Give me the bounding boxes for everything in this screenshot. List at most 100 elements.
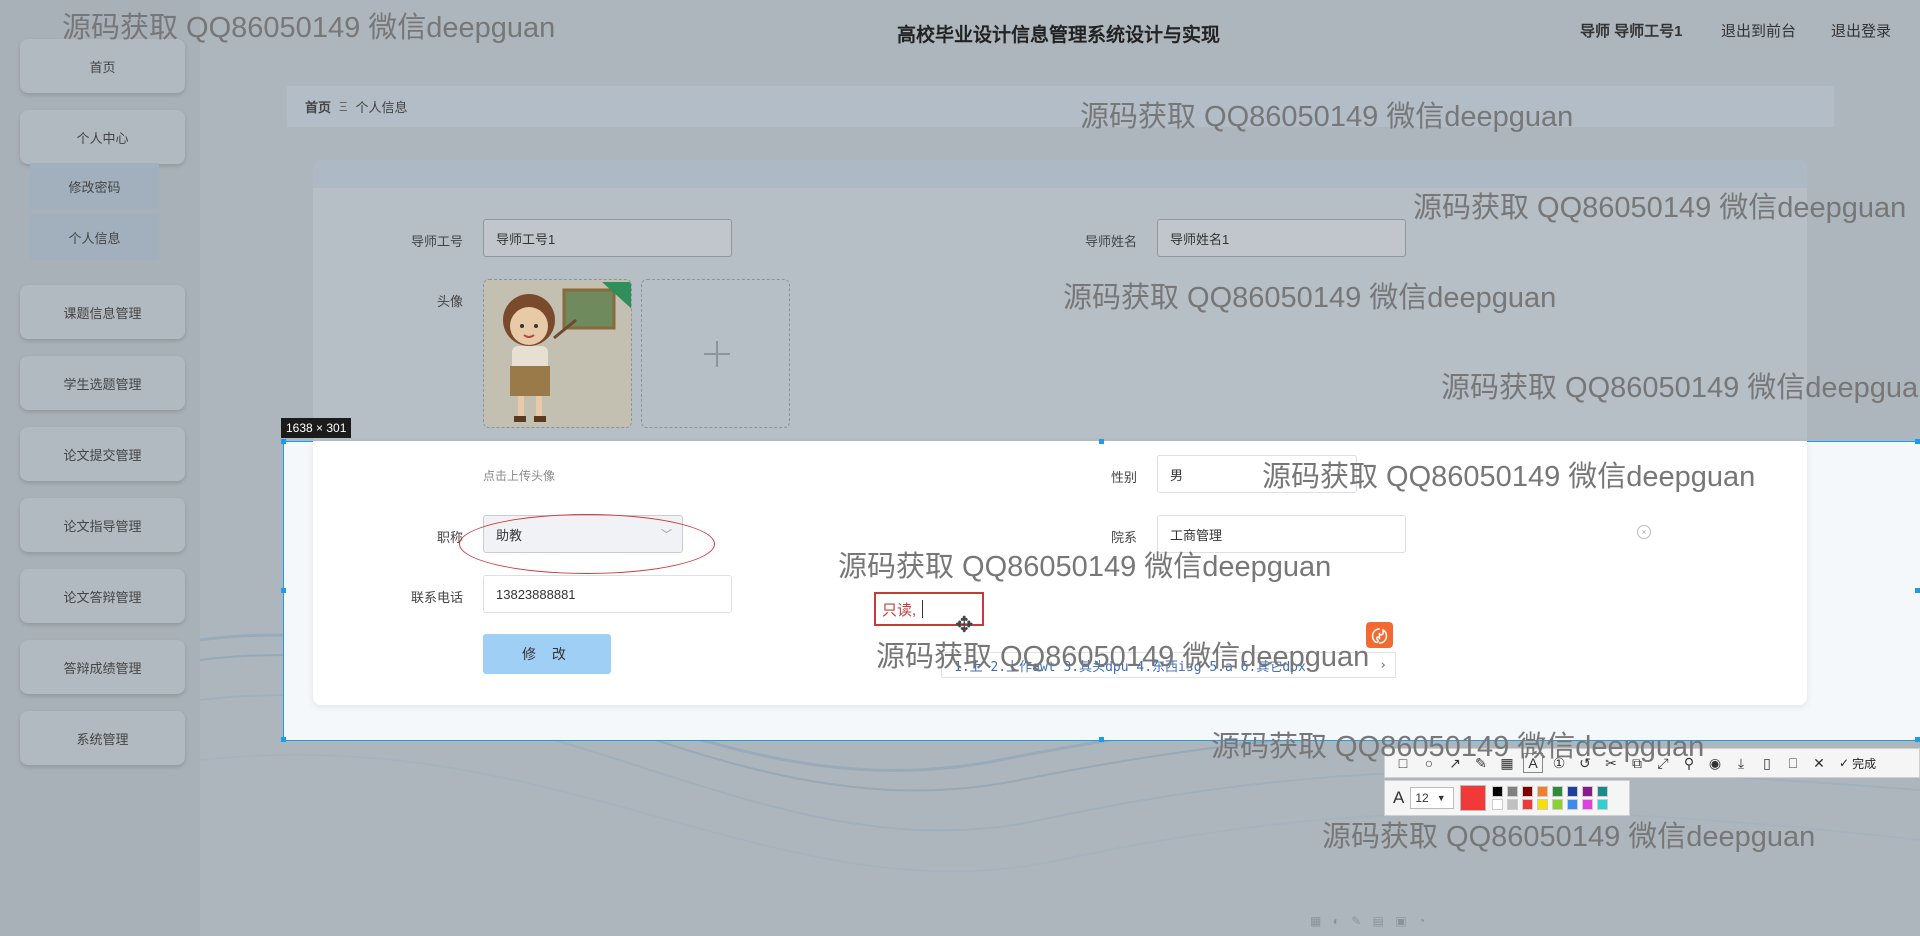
- avatar-image[interactable]: [483, 279, 632, 428]
- bookmark-icon[interactable]: ⎕: [1783, 753, 1803, 773]
- number-icon[interactable]: ①: [1549, 753, 1569, 773]
- font-icon: A: [1393, 788, 1405, 807]
- color-swatch[interactable]: [1552, 786, 1564, 797]
- color-swatch[interactable]: [1537, 799, 1549, 810]
- color-swatch[interactable]: [1522, 799, 1534, 810]
- clear-icon[interactable]: ×: [1637, 525, 1651, 539]
- mosaic-icon[interactable]: ▦: [1497, 753, 1517, 773]
- sidebar-item-thesis-submission[interactable]: 论文提交管理: [20, 427, 185, 481]
- sidebar-item-label: 首页: [89, 59, 116, 75]
- resize-handle[interactable]: [1915, 588, 1920, 593]
- color-swatch[interactable]: [1507, 786, 1519, 797]
- plus-icon-vertical: [716, 341, 718, 367]
- font-size-select[interactable]: 12 ▼: [1410, 787, 1455, 809]
- pen-icon[interactable]: ✎: [1471, 753, 1491, 773]
- resize-handle[interactable]: [281, 737, 286, 742]
- sidebar-item-personal-center[interactable]: 个人中心: [20, 110, 185, 164]
- color-swatch[interactable]: [1537, 786, 1549, 797]
- breadcrumb-current: 个人信息: [355, 100, 408, 115]
- sidebar-subitem-personal-info[interactable]: 个人信息: [30, 214, 159, 260]
- sidebar-item-label: 课题信息管理: [63, 305, 142, 321]
- tutor-id-value: 导师工号1: [496, 231, 556, 247]
- color-swatch[interactable]: [1522, 786, 1534, 797]
- sidebar-item-system-management[interactable]: 系统管理: [20, 711, 185, 765]
- record-icon[interactable]: ◉: [1705, 753, 1725, 773]
- department-label: 院系: [1110, 530, 1137, 545]
- undo-icon[interactable]: ↺: [1575, 753, 1595, 773]
- phone-field[interactable]: 13823888881: [483, 575, 732, 613]
- color-swatch[interactable]: [1492, 799, 1504, 810]
- submit-button[interactable]: 修 改: [483, 634, 611, 674]
- department-field[interactable]: 工商管理: [1157, 515, 1406, 553]
- user-label: 导师 导师工号1: [1580, 23, 1683, 40]
- done-button[interactable]: ✓ 完成: [1839, 755, 1876, 772]
- phone-value: 13823888881: [496, 586, 576, 602]
- tutor-id-field[interactable]: 导师工号1: [483, 219, 732, 257]
- system-tray-icons: ▦ ◐ ✎ ▤ ▣ ◔: [1310, 914, 1430, 928]
- color-swatch[interactable]: [1492, 786, 1504, 797]
- form-card-header: [313, 160, 1807, 188]
- move-icon[interactable]: ✥: [955, 612, 973, 638]
- color-swatch[interactable]: [1552, 799, 1564, 810]
- page-title: 高校毕业设计信息管理系统设计与实现: [897, 25, 1221, 46]
- upload-hint: 点击上传头像: [483, 469, 556, 483]
- arrow-icon[interactable]: ↗: [1445, 753, 1465, 773]
- close-icon[interactable]: ✕: [1809, 753, 1829, 773]
- gender-field[interactable]: 男: [1157, 455, 1357, 493]
- gender-value: 男: [1170, 467, 1184, 483]
- gender-label: 性别: [1110, 470, 1137, 485]
- fullscreen-icon[interactable]: ⤢: [1653, 753, 1673, 773]
- rectangle-icon[interactable]: □: [1393, 753, 1413, 773]
- copy-icon[interactable]: ⧉: [1627, 753, 1647, 773]
- back-to-front-link[interactable]: 退出到前台: [1721, 20, 1796, 41]
- resize-handle[interactable]: [281, 439, 286, 444]
- breadcrumb-separator: Ξ: [339, 99, 348, 114]
- color-palette: A 12 ▼: [1384, 780, 1630, 816]
- breadcrumb: 首页 Ξ 个人信息: [287, 86, 1834, 127]
- resize-handle[interactable]: [1915, 737, 1920, 742]
- color-swatch[interactable]: [1582, 786, 1594, 797]
- sidebar-item-label: 论文指导管理: [63, 518, 142, 534]
- tutor-name-value: 导师姓名1: [1170, 231, 1230, 247]
- resize-handle[interactable]: [1099, 439, 1104, 444]
- color-swatch[interactable]: [1567, 786, 1579, 797]
- resize-handle[interactable]: [281, 588, 286, 593]
- teacher-cartoon-icon: [484, 280, 631, 427]
- sidebar-item-home[interactable]: 首页: [20, 39, 185, 93]
- color-swatch[interactable]: [1597, 799, 1609, 810]
- sidebar-item-topic-management[interactable]: 课题信息管理: [20, 285, 185, 339]
- sidebar-subitem-change-password[interactable]: 修改密码: [30, 163, 159, 209]
- text-tool-icon[interactable]: A: [1523, 753, 1543, 773]
- logout-link[interactable]: 退出登录: [1831, 20, 1891, 41]
- color-swatch[interactable]: [1567, 799, 1579, 810]
- color-swatch[interactable]: [1582, 799, 1594, 810]
- ellipse-icon[interactable]: ○: [1419, 753, 1439, 773]
- save-icon[interactable]: ▯: [1757, 753, 1777, 773]
- sidebar-item-topic-selection[interactable]: 学生选题管理: [20, 356, 185, 410]
- sidebar: 首页 个人中心 修改密码 个人信息 课题信息管理 学生选题管理 论文提交管理 论…: [0, 0, 200, 936]
- ime-candidate-bar[interactable]: 1.上 2.上作awt 3.其头dpu 4.东西isg 5.a 6.其它dpx …: [941, 652, 1396, 678]
- breadcrumb-home[interactable]: 首页: [305, 97, 331, 116]
- sidebar-item-thesis-defense[interactable]: 论文答辩管理: [20, 569, 185, 623]
- tutor-name-label: 导师姓名: [1084, 234, 1137, 249]
- tutor-name-field[interactable]: 导师姓名1: [1157, 219, 1406, 257]
- color-swatch[interactable]: [1597, 786, 1609, 797]
- department-value: 工商管理: [1170, 527, 1223, 543]
- avatar-upload-button[interactable]: [641, 279, 790, 428]
- pin-icon[interactable]: ⚲: [1679, 753, 1699, 773]
- chevron-right-icon[interactable]: ›: [1379, 658, 1387, 673]
- sidebar-item-thesis-guidance[interactable]: 论文指导管理: [20, 498, 185, 552]
- sidebar-item-label: 修改密码: [68, 179, 121, 195]
- sidebar-item-defense-scores[interactable]: 答辩成绩管理: [20, 640, 185, 694]
- scissors-icon[interactable]: ✂: [1601, 753, 1621, 773]
- color-swatch[interactable]: [1507, 799, 1519, 810]
- download-icon[interactable]: ⤓: [1731, 753, 1751, 773]
- resize-handle[interactable]: [1915, 439, 1920, 444]
- check-icon: ✓: [1839, 756, 1850, 770]
- selection-size-label: 1638 × 301: [281, 418, 352, 438]
- current-color-swatch[interactable]: [1460, 785, 1487, 811]
- resize-handle[interactable]: [1099, 737, 1104, 742]
- avatar-label: 头像: [436, 294, 463, 309]
- tutor-id-label: 导师工号: [410, 234, 463, 249]
- sidebar-item-label: 论文答辩管理: [63, 589, 142, 605]
